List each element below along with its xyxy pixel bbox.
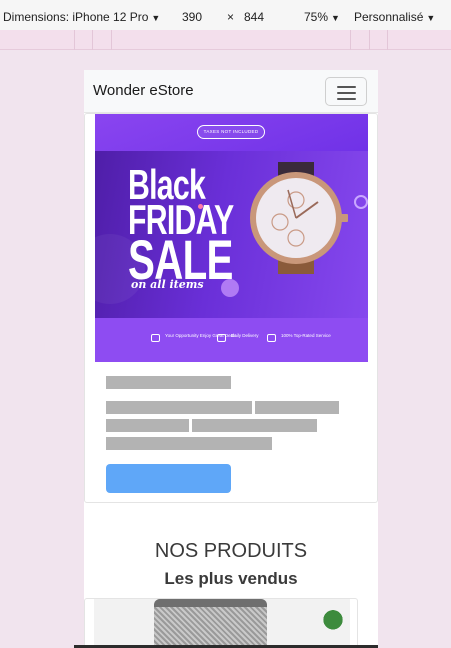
height-input[interactable]: 844: [244, 10, 264, 24]
device-viewport: Wonder eStore TAXES NOT INCLUDED Black F…: [84, 70, 378, 648]
watch-crown: [340, 214, 348, 222]
pencil-icon: [217, 334, 226, 342]
hamburger-bar: [337, 98, 356, 100]
device-label: Dimensions: iPhone 12 Pro: [3, 10, 149, 24]
headline-on-all-items: on all items: [131, 278, 204, 291]
ruler-divider: [111, 30, 112, 50]
products-heading: NOS PRODUITS: [154, 540, 308, 562]
feature-text: Daily Delivery: [231, 333, 259, 338]
hamburger-bar: [337, 86, 356, 88]
ruler-divider: [369, 30, 370, 50]
skeleton-line: [106, 419, 189, 432]
ruler-divider: [92, 30, 93, 50]
media-query-ruler[interactable]: [0, 30, 451, 50]
skeleton-line: [192, 419, 317, 432]
devtools-toolbar: Dimensions: iPhone 12 Pro ▼ 390 × 844 75%…: [0, 0, 451, 30]
decor-ring: [354, 195, 368, 209]
watch-image: [250, 162, 348, 274]
device-select[interactable]: Dimensions: iPhone 12 Pro ▼: [3, 10, 160, 24]
document-icon: [267, 334, 276, 342]
ruler-divider: [350, 30, 351, 50]
skeleton-line: [106, 401, 252, 414]
skeleton-button[interactable]: [106, 464, 231, 493]
feature-text: 100% Top-Rated Service: [281, 333, 331, 338]
menu-toggle-button[interactable]: [325, 77, 367, 106]
ruler-divider: [387, 30, 388, 50]
hamburger-bar: [337, 92, 356, 94]
promo-card: TAXES NOT INCLUDED Black FRIDAY SALE on …: [84, 113, 378, 503]
zoom-select[interactable]: 75% ▼: [304, 10, 340, 24]
chevron-down-icon: ▼: [426, 13, 436, 23]
black-friday-banner[interactable]: TAXES NOT INCLUDED Black FRIDAY SALE on …: [95, 114, 368, 362]
gift-icon: [151, 334, 160, 342]
banner-footer-band: [95, 318, 368, 362]
taxes-pill: TAXES NOT INCLUDED: [197, 125, 265, 139]
product-image: [94, 599, 350, 648]
site-navbar: Wonder eStore: [84, 70, 378, 113]
skeleton-line: [106, 437, 272, 450]
throttle-select[interactable]: Personnalisé ▼: [354, 10, 435, 24]
throttle-value: Personnalisé: [354, 10, 424, 24]
zoom-value: 75%: [304, 10, 329, 24]
width-input[interactable]: 390: [182, 10, 202, 24]
plant-decor: [316, 603, 350, 631]
brand-link[interactable]: Wonder eStore: [93, 82, 194, 99]
product-card[interactable]: [84, 598, 358, 648]
ruler-divider: [74, 30, 75, 50]
skeleton-title: [106, 376, 231, 389]
skeleton-line: [255, 401, 339, 414]
speaker-top: [154, 599, 267, 607]
bestsellers-subheading: Les plus vendus: [164, 569, 298, 588]
chevron-down-icon: ▼: [151, 13, 161, 23]
dimension-times-icon: ×: [227, 10, 235, 24]
chevron-down-icon: ▼: [331, 13, 340, 23]
